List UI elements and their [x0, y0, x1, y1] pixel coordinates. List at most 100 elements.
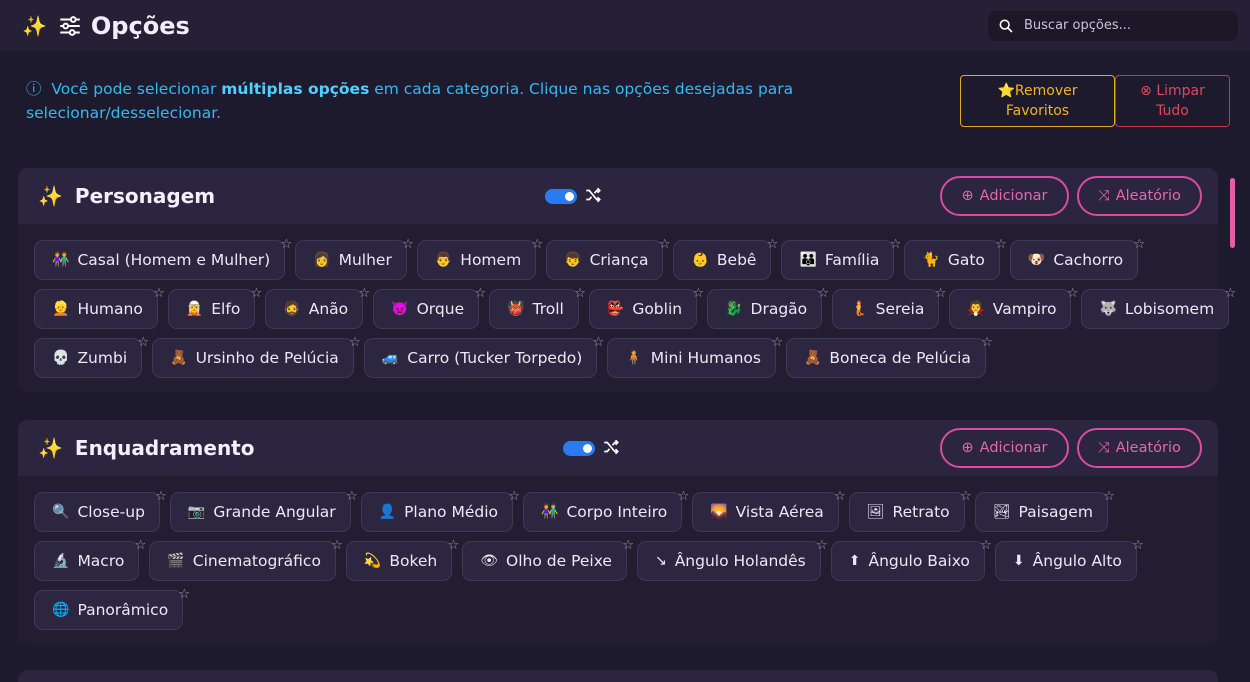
option-icon: 🧸 — [170, 350, 188, 366]
option-chip[interactable]: 👁 Olho de Peixe ☆ — [462, 538, 634, 581]
option-chip[interactable]: 🧸 Ursinho de Pelúcia ☆ — [152, 335, 361, 378]
favorite-star-icon[interactable]: ☆ — [818, 286, 830, 301]
option-chip[interactable]: 👶 Bebê ☆ — [673, 237, 778, 280]
favorite-star-icon[interactable]: ☆ — [935, 286, 947, 301]
option-chip[interactable]: 👿 Orque ☆ — [373, 286, 486, 329]
option-label: Mini Humanos — [650, 349, 761, 367]
favorite-star-icon[interactable]: ☆ — [532, 237, 544, 252]
favorite-star-icon[interactable]: ☆ — [179, 587, 191, 602]
option-chip[interactable]: 🌄 Vista Aérea ☆ — [692, 489, 846, 532]
option-label: Humano — [77, 300, 143, 318]
section-toggle[interactable] — [563, 441, 595, 456]
favorite-star-icon[interactable]: ☆ — [593, 335, 605, 350]
favorite-star-icon[interactable]: ☆ — [622, 538, 634, 553]
favorite-star-icon[interactable]: ☆ — [474, 286, 486, 301]
favorite-star-icon[interactable]: ☆ — [359, 286, 371, 301]
add-button[interactable]: ⊕ Adicionar — [940, 176, 1069, 216]
option-icon: 🧸 — [803, 350, 822, 366]
option-chip[interactable]: 🐈 Gato ☆ — [904, 237, 1007, 280]
close-circle-icon: ⊗ — [1140, 83, 1157, 99]
favorite-star-icon[interactable]: ☆ — [659, 237, 671, 252]
scrollbar-thumb[interactable] — [1230, 178, 1235, 248]
option-chip[interactable]: 👫 Corpo Inteiro ☆ — [523, 489, 689, 532]
favorite-star-icon[interactable]: ☆ — [692, 286, 704, 301]
favorite-star-icon[interactable]: ☆ — [834, 489, 846, 504]
section-toggle[interactable] — [545, 189, 577, 204]
option-chip[interactable]: 🎬 Cinematográfico ☆ — [149, 538, 343, 581]
option-icon: 🖼 — [866, 504, 885, 520]
option-chip[interactable]: 🧔 Anão ☆ — [265, 286, 370, 329]
option-chip[interactable]: 👨 Homem ☆ — [416, 237, 543, 280]
option-chip[interactable]: 🚙 Carro (Tucker Torpedo) ☆ — [363, 335, 604, 378]
favorite-star-icon[interactable]: ☆ — [1133, 237, 1145, 252]
favorite-star-icon[interactable]: ☆ — [281, 237, 293, 252]
option-chip[interactable]: 👫 Casal (Homem e Mulher) ☆ — [34, 237, 292, 280]
option-chip[interactable]: ⬆ Ângulo Baixo ☆ — [830, 538, 992, 581]
option-chip[interactable]: 💫 Bokeh ☆ — [345, 538, 459, 581]
option-chip[interactable]: 🔍 Close-up ☆ — [34, 489, 167, 532]
search-input[interactable] — [1024, 18, 1224, 33]
favorite-star-icon[interactable]: ☆ — [153, 286, 165, 301]
option-chip[interactable]: 🐉 Dragão ☆ — [707, 286, 829, 329]
favorite-star-icon[interactable]: ☆ — [1132, 538, 1144, 553]
option-chip[interactable]: 🔬 Macro ☆ — [34, 538, 146, 581]
favorite-star-icon[interactable]: ☆ — [346, 489, 358, 504]
favorite-star-icon[interactable]: ☆ — [771, 335, 783, 350]
option-chip[interactable]: 💀 Zumbi ☆ — [34, 335, 149, 378]
option-chip[interactable]: 🐶 Cachorro ☆ — [1009, 237, 1145, 280]
option-chip[interactable]: 🧸 Boneca de Pelúcia ☆ — [785, 335, 993, 378]
option-chip[interactable]: 🧛 Vampiro ☆ — [949, 286, 1078, 329]
option-chip[interactable]: 🖼 Retrato ☆ — [848, 489, 972, 532]
favorite-star-icon[interactable]: ☆ — [890, 237, 902, 252]
option-chip[interactable]: 👤 Plano Médio ☆ — [360, 489, 520, 532]
option-chip[interactable]: 👺 Goblin ☆ — [588, 286, 704, 329]
clear-all-button[interactable]: ⊗ Limpar Tudo — [1115, 75, 1230, 127]
search-box[interactable] — [988, 10, 1238, 41]
favorite-star-icon[interactable]: ☆ — [135, 538, 147, 553]
option-label: Bebê — [716, 251, 757, 269]
option-chip[interactable]: 🏞 Paisagem ☆ — [974, 489, 1115, 532]
favorite-star-icon[interactable]: ☆ — [155, 489, 167, 504]
favorite-star-icon[interactable]: ☆ — [574, 286, 586, 301]
add-button[interactable]: ⊕ Adicionar — [940, 428, 1069, 468]
favorite-star-icon[interactable]: ☆ — [508, 489, 520, 504]
option-chip[interactable]: 🧝 Elfo ☆ — [167, 286, 262, 329]
favorite-star-icon[interactable]: ☆ — [678, 489, 690, 504]
favorite-star-icon[interactable]: ☆ — [980, 538, 992, 553]
favorite-star-icon[interactable]: ☆ — [981, 335, 993, 350]
option-chip[interactable]: 🧜 Sereia ☆ — [832, 286, 946, 329]
option-chip[interactable]: 👩 Mulher ☆ — [295, 237, 414, 280]
option-chip[interactable]: 👪 Família ☆ — [781, 237, 901, 280]
favorite-star-icon[interactable]: ☆ — [251, 286, 263, 301]
option-chip[interactable]: ↘ Ângulo Holandês ☆ — [636, 538, 828, 581]
option-chip[interactable]: 👱 Humano ☆ — [34, 286, 165, 329]
favorite-star-icon[interactable]: ☆ — [402, 237, 414, 252]
favorite-star-icon[interactable]: ☆ — [1067, 286, 1079, 301]
random-button[interactable]: ⤨ Aleatório — [1077, 176, 1202, 216]
options-list: 👫 Casal (Homem e Mulher) ☆ 👩 Mulher ☆ 👨 Homem… — [18, 224, 1236, 378]
option-icon: 🎬 — [167, 553, 185, 569]
random-button[interactable]: ⤨ Aleatório — [1077, 428, 1202, 468]
section-next — [18, 670, 1218, 682]
favorite-star-icon[interactable]: ☆ — [995, 237, 1007, 252]
favorite-star-icon[interactable]: ☆ — [349, 335, 361, 350]
shuffle-icon[interactable] — [584, 186, 602, 204]
favorite-star-icon[interactable]: ☆ — [331, 538, 343, 553]
option-chip[interactable]: 🌐 Panorâmico ☆ — [34, 587, 190, 630]
option-chip[interactable]: 👦 Criança ☆ — [546, 237, 670, 280]
favorite-star-icon[interactable]: ☆ — [137, 335, 149, 350]
option-chip[interactable]: 🧍 Mini Humanos ☆ — [607, 335, 783, 378]
remove-favorites-button[interactable]: ⭐Remover Favoritos — [960, 75, 1115, 127]
favorite-star-icon[interactable]: ☆ — [960, 489, 972, 504]
option-chip[interactable]: 👹 Troll ☆ — [489, 286, 586, 329]
shuffle-icon[interactable] — [602, 438, 620, 456]
favorite-star-icon[interactable]: ☆ — [816, 538, 828, 553]
favorite-star-icon[interactable]: ☆ — [767, 237, 779, 252]
top-bar: ✨ Opções — [0, 0, 1250, 51]
favorite-star-icon[interactable]: ☆ — [448, 538, 460, 553]
option-chip[interactable]: 🐺 Lobisomem ☆ — [1081, 286, 1236, 329]
favorite-star-icon[interactable]: ☆ — [1103, 489, 1115, 504]
favorite-star-icon[interactable]: ☆ — [1225, 286, 1237, 301]
option-chip[interactable]: 📷 Grande Angular ☆ — [169, 489, 358, 532]
option-chip[interactable]: ⬇ Ângulo Alto ☆ — [994, 538, 1144, 581]
